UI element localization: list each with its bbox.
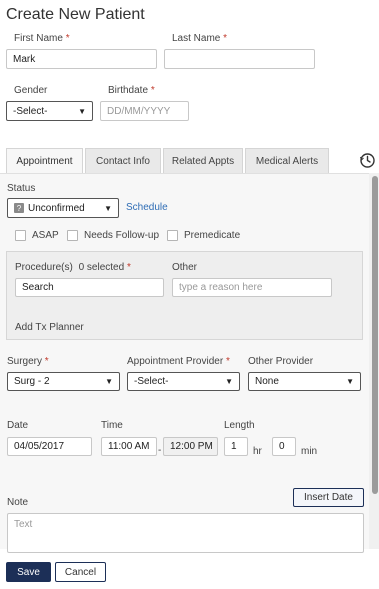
first-name-label-text: First Name [14, 33, 63, 44]
other-reason-label: Other [172, 262, 198, 273]
status-select-value-wrap: ? Unconfirmed [14, 203, 85, 214]
tab-appointment[interactable]: Appointment [6, 148, 83, 174]
procedures-search-input[interactable]: Search [15, 278, 164, 297]
insert-date-button[interactable]: Insert Date [293, 488, 364, 507]
add-tx-planner-link[interactable]: Add Tx Planner [15, 322, 84, 333]
time-separator: - [158, 445, 162, 456]
hours-unit-label: hr [253, 446, 262, 457]
chevron-down-icon: ▼ [78, 106, 86, 116]
required-mark: * [65, 33, 70, 44]
chevron-down-icon: ▼ [225, 377, 233, 386]
status-select-value: Unconfirmed [28, 202, 85, 214]
birthdate-label: Birthdate * [108, 85, 155, 96]
status-select[interactable]: ? Unconfirmed ▼ [7, 198, 119, 218]
tab-medical-alerts[interactable]: Medical Alerts [245, 148, 329, 173]
surgery-label: Surgery * [7, 356, 49, 367]
first-name-field[interactable]: Mark [6, 49, 157, 69]
other-provider-value: None [255, 376, 279, 387]
gender-label: Gender [14, 85, 48, 96]
birthdate-label-text: Birthdate [108, 85, 149, 96]
chevron-down-icon: ▼ [346, 377, 354, 386]
surgery-label-text: Surgery [7, 356, 43, 367]
required-mark: * [223, 33, 228, 44]
procedures-count: 0 selected [78, 262, 125, 273]
procedures-label-text: Procedure(s) [15, 262, 73, 273]
required-mark: * [44, 356, 49, 367]
last-name-label-text: Last Name [172, 33, 221, 44]
gender-select-value: -Select- [13, 105, 48, 117]
asap-label: ASAP [32, 230, 59, 241]
needs-follow-up-label: Needs Follow-up [84, 230, 160, 241]
page-title: Create New Patient [6, 6, 145, 23]
length-minutes-field[interactable]: 0 [272, 437, 296, 456]
last-name-field[interactable] [164, 49, 315, 69]
time-label: Time [101, 420, 123, 431]
start-time-field[interactable]: 11:00 AM [101, 437, 157, 456]
premedicate-label: Premedicate [184, 230, 241, 241]
premedicate-checkbox[interactable] [167, 230, 178, 241]
tab-contact-info[interactable]: Contact Info [85, 148, 161, 173]
note-label: Note [7, 497, 29, 508]
tab-related-appts[interactable]: Related Appts [163, 148, 243, 173]
save-button[interactable]: Save [6, 562, 51, 582]
other-reason-input[interactable]: type a reason here [172, 278, 332, 297]
gender-select[interactable]: -Select- ▼ [6, 101, 93, 121]
scrollbar-thumb[interactable] [372, 176, 378, 494]
appointment-provider-label-text: Appointment Provider [127, 356, 224, 367]
chevron-down-icon: ▼ [105, 377, 113, 386]
surgery-select[interactable]: Surg - 2 ▼ [7, 372, 120, 391]
status-question-icon: ? [14, 203, 24, 213]
chevron-down-icon: ▼ [104, 203, 112, 213]
asap-checkbox[interactable] [15, 230, 26, 241]
needs-follow-up-checkbox[interactable] [67, 230, 78, 241]
required-mark: * [225, 356, 230, 367]
cancel-button[interactable]: Cancel [55, 562, 106, 582]
birthdate-field[interactable]: DD/MM/YYYY [100, 101, 189, 121]
required-mark: * [126, 262, 131, 273]
length-label: Length [224, 420, 255, 431]
date-field[interactable]: 04/05/2017 [7, 437, 92, 456]
first-name-label: First Name * [14, 33, 70, 44]
required-mark: * [150, 85, 155, 96]
end-time-field: 12:00 PM [163, 437, 218, 456]
last-name-label: Last Name * [172, 33, 227, 44]
surgery-select-value: Surg - 2 [14, 376, 50, 387]
length-hours-field[interactable]: 1 [224, 437, 248, 456]
status-label: Status [7, 183, 36, 194]
appointment-provider-value: -Select- [134, 376, 169, 387]
date-label: Date [7, 420, 29, 431]
appointment-provider-select[interactable]: -Select- ▼ [127, 372, 240, 391]
note-textarea[interactable]: Text [7, 513, 364, 553]
other-provider-label: Other Provider [248, 356, 314, 367]
other-provider-select[interactable]: None ▼ [248, 372, 361, 391]
minutes-unit-label: min [301, 446, 318, 457]
appointment-provider-label: Appointment Provider * [127, 356, 230, 367]
schedule-link[interactable]: Schedule [126, 202, 168, 213]
procedures-label: Procedure(s) 0 selected * [15, 262, 131, 273]
clock-history-icon[interactable] [359, 152, 376, 169]
